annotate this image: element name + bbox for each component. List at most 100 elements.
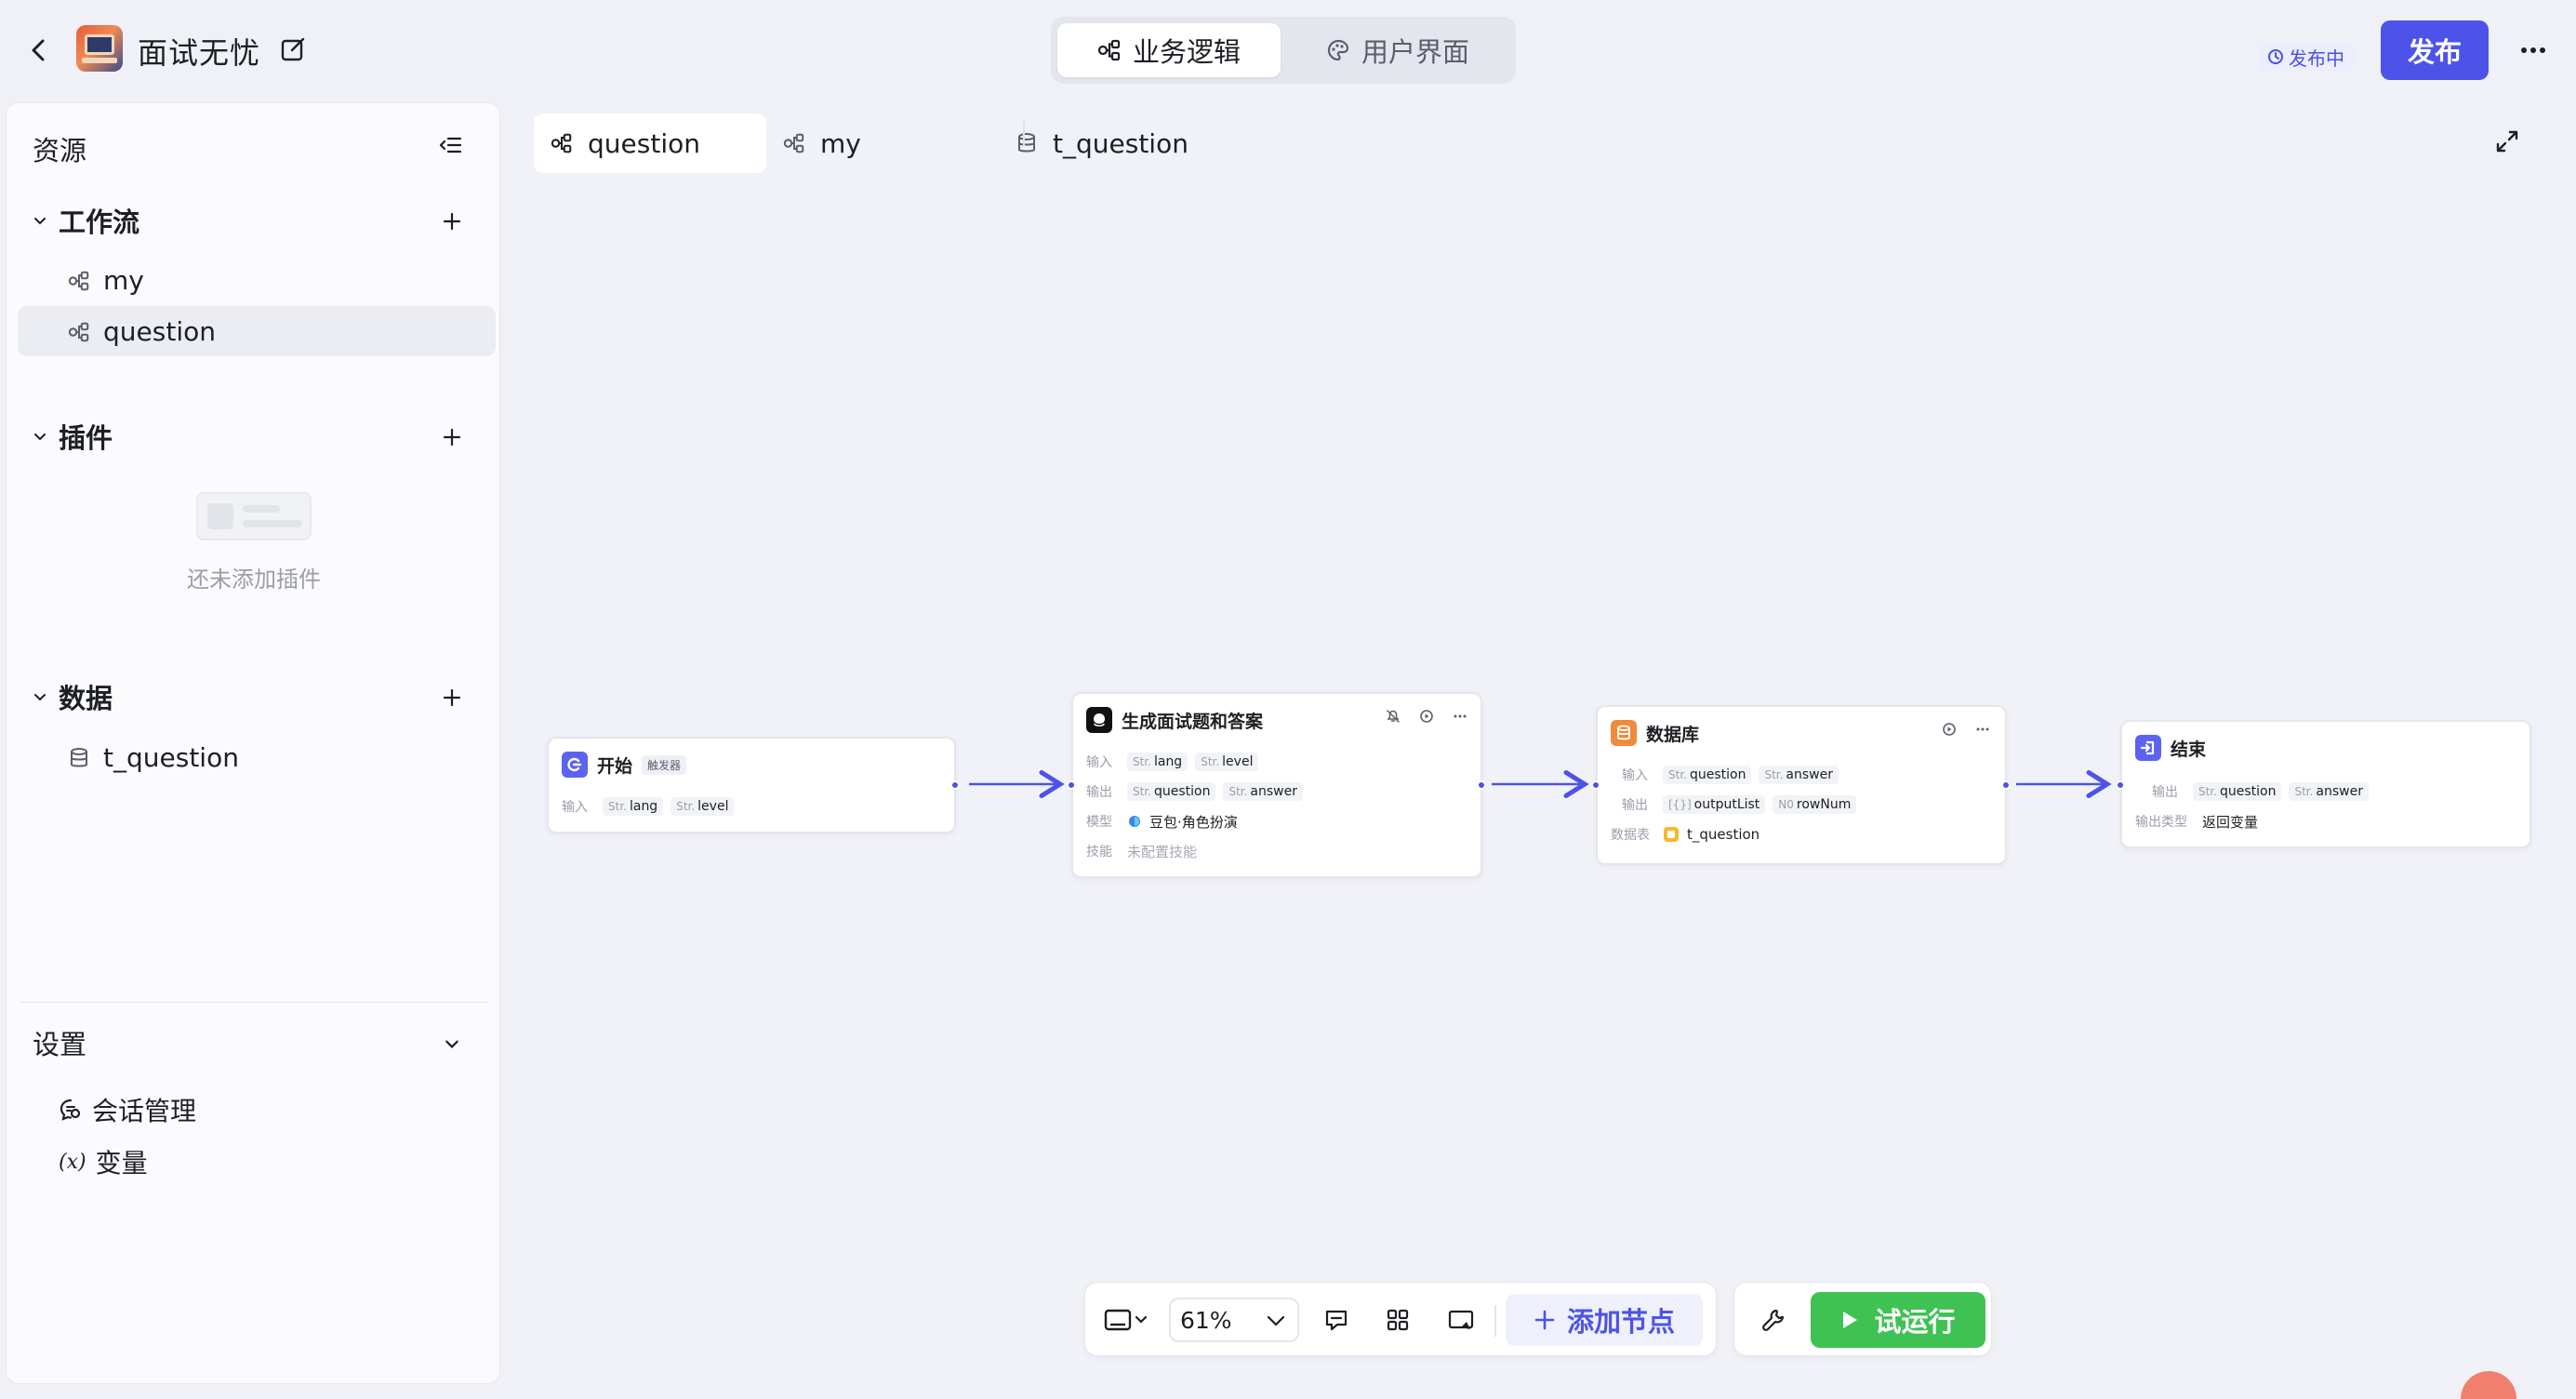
- input-port[interactable]: [2116, 780, 2125, 790]
- input-port[interactable]: [1591, 780, 1600, 790]
- add-node-button[interactable]: 添加节点: [1506, 1294, 1703, 1346]
- canvas-tab-t-question[interactable]: t_question: [999, 113, 1241, 173]
- sidebar-item-question[interactable]: question: [18, 306, 496, 356]
- node-model-row: 模型 豆包·角色扮演: [1086, 809, 1238, 833]
- section-data[interactable]: 数据: [33, 678, 113, 715]
- fullscreen-icon[interactable]: [2494, 128, 2524, 158]
- row-label: 模型: [1086, 815, 1112, 830]
- node-end[interactable]: 结束 输出 Str. question Str. answer 输出类型 返回变量: [2116, 720, 2531, 848]
- settings-item-label: 会话管理: [92, 1096, 197, 1126]
- zoom-select[interactable]: 61%: [1169, 1298, 1299, 1342]
- node-table-row: 数据表 t_question: [1611, 822, 1759, 846]
- node-title: 开始: [597, 755, 633, 777]
- node-start[interactable]: 开始 触发器 输入 Str. lang Str. level: [547, 737, 960, 833]
- node-header: 开始 触发器: [562, 750, 687, 779]
- section-settings[interactable]: 设置: [33, 1024, 86, 1061]
- sidebar-item-my[interactable]: my: [18, 255, 496, 305]
- more-icon[interactable]: [1453, 709, 1467, 724]
- node-actions: [1386, 709, 1467, 724]
- start-icon: [562, 752, 588, 778]
- collapse-sidebar-icon[interactable]: [436, 131, 466, 159]
- param-tag: Str. level: [671, 797, 735, 816]
- edit-title-icon[interactable]: [279, 35, 307, 63]
- auto-layout-icon[interactable]: [1379, 1301, 1416, 1339]
- trackpad-icon: [1103, 1306, 1149, 1334]
- variable-icon: (x): [59, 1150, 86, 1174]
- wrench-icon[interactable]: [1755, 1301, 1792, 1339]
- tab-business-logic[interactable]: 业务逻辑: [1057, 23, 1281, 77]
- node-title: 数据库: [1646, 724, 1700, 745]
- status-text: 发布中: [2289, 47, 2344, 70]
- section-plugins-label: 插件: [59, 422, 113, 454]
- param-tag: Str. answer: [1759, 766, 1839, 784]
- param-tag: [{}] outputList: [1663, 795, 1766, 814]
- interaction-mode-button[interactable]: [1098, 1301, 1154, 1339]
- node-llm[interactable]: 生成面试题和答案 输入 Str. lang Str. level 输出 Str. qu…: [1067, 692, 1486, 878]
- mute-icon[interactable]: [1386, 709, 1401, 724]
- settings-item-conversation[interactable]: 会话管理: [59, 1091, 196, 1128]
- row-label: 输入: [1622, 768, 1648, 783]
- test-run-button[interactable]: 试运行: [1811, 1292, 1985, 1348]
- add-data-icon[interactable]: [438, 684, 466, 712]
- tab-business-logic-label: 业务逻辑: [1132, 36, 1241, 68]
- workflow-canvas[interactable]: question my t_question 开始 触发器 输入 Str. la…: [513, 102, 2569, 1384]
- tab-user-interface[interactable]: 用户界面: [1286, 23, 1509, 77]
- comment-icon[interactable]: [1318, 1301, 1355, 1339]
- node-database[interactable]: 数据库 输入 Str. question Str. answer 输出 [{}] ou…: [1591, 705, 2011, 865]
- tab-separator: [1023, 119, 1025, 147]
- section-data-label: 数据: [59, 683, 113, 714]
- output-port[interactable]: [2001, 780, 2011, 790]
- settings-item-variables[interactable]: (x) 变量: [59, 1143, 148, 1180]
- param-tag: Str. question: [2193, 782, 2282, 801]
- node-actions: [1942, 722, 1990, 737]
- back-icon[interactable]: [26, 33, 52, 67]
- canvas-tab-label: t_question: [1053, 127, 1188, 159]
- run-node-icon[interactable]: [1419, 709, 1434, 724]
- section-plugins[interactable]: 插件: [33, 418, 113, 455]
- canvas-tab-question[interactable]: question: [534, 113, 766, 173]
- trigger-badge: 触发器: [642, 754, 687, 775]
- workflow-icon: [551, 132, 573, 154]
- output-port[interactable]: [950, 780, 960, 790]
- table-name: t_question: [1687, 826, 1760, 843]
- app-logo: [76, 25, 123, 72]
- publish-button[interactable]: 发布: [2381, 20, 2489, 80]
- node-title: 生成面试题和答案: [1122, 711, 1264, 732]
- app-title: 面试无忧: [138, 35, 261, 71]
- llm-icon: [1086, 707, 1112, 733]
- chevron-down-icon: [33, 213, 47, 228]
- more-options-icon[interactable]: [2515, 35, 2552, 65]
- resource-sidebar: 资源 工作流 my question 插件 还未添加插件 数据 t_questi…: [6, 102, 500, 1384]
- palette-icon: [1326, 38, 1350, 62]
- minimap-icon[interactable]: [1442, 1301, 1480, 1339]
- row-label: 输入: [562, 800, 588, 815]
- model-name: 豆包·角色扮演: [1149, 813, 1238, 831]
- run-node-icon[interactable]: [1942, 722, 1957, 737]
- chevron-down-icon[interactable]: [438, 1030, 466, 1058]
- chat-settings-icon: [59, 1098, 83, 1122]
- param-tag: Str. lang: [603, 797, 664, 816]
- database-icon: [1016, 132, 1038, 154]
- sidebar-item-t-question[interactable]: t_question: [18, 732, 496, 782]
- section-settings-label: 设置: [33, 1029, 87, 1060]
- node-output-type-row: 输出类型 返回变量: [2135, 809, 2258, 833]
- add-plugin-icon[interactable]: [438, 423, 466, 451]
- zoom-value: 61%: [1180, 1306, 1232, 1334]
- input-port[interactable]: [1067, 780, 1076, 790]
- canvas-tab-label: question: [588, 127, 700, 159]
- node-output-row: 输出 Str. question Str. answer: [1086, 779, 1303, 804]
- row-label: 输出: [1622, 798, 1648, 813]
- sidebar-item-label: my: [103, 264, 144, 296]
- param-tag: Str. question: [1663, 766, 1752, 784]
- chevron-down-icon: [1266, 1312, 1286, 1329]
- param-tag: Str. answer: [2289, 782, 2369, 801]
- empty-plugins-text: 还未添加插件: [187, 566, 321, 593]
- canvas-tab-my[interactable]: my: [766, 113, 999, 173]
- add-workflow-icon[interactable]: [438, 207, 466, 235]
- node-skills-row: 技能 未配置技能: [1086, 839, 1197, 863]
- settings-item-label: 变量: [95, 1148, 148, 1179]
- more-icon[interactable]: [1975, 722, 1990, 737]
- output-port[interactable]: [1477, 780, 1486, 790]
- section-workflow[interactable]: 工作流: [33, 202, 139, 239]
- run-toolbar: 试运行: [1733, 1282, 1992, 1356]
